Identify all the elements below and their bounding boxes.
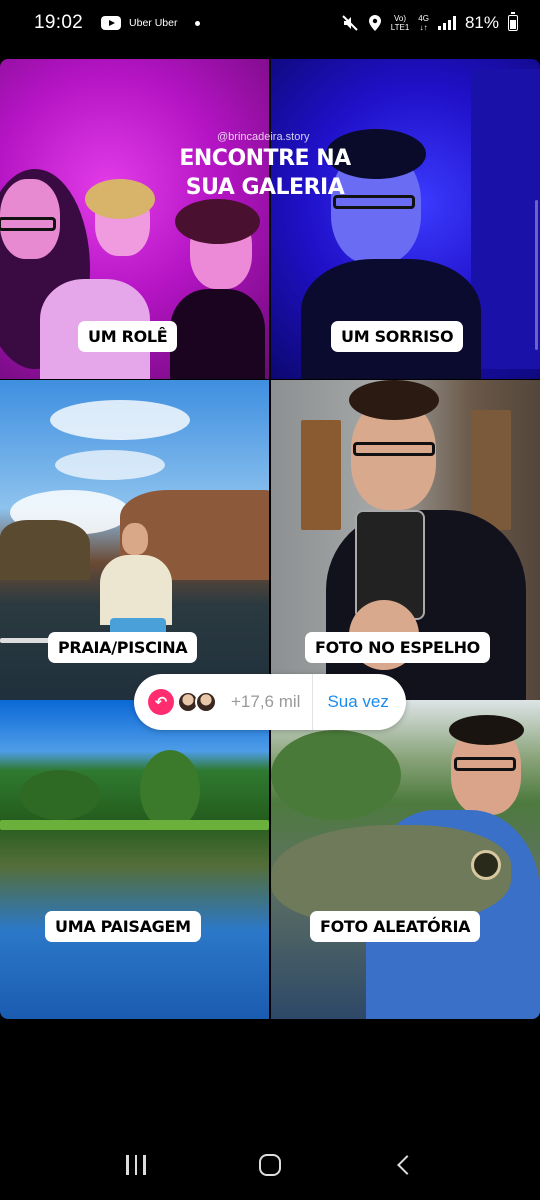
cell-label-mirror: FOTO NO ESPELHO [305, 632, 490, 663]
cell-label-hangout: UM ROLÊ [78, 321, 178, 352]
notification-text: Uber Uber [129, 17, 178, 29]
cell-label-smile: UM SORRISO [331, 321, 464, 352]
reply-arrow-icon: ↶ [148, 689, 174, 715]
signal-icon [437, 16, 456, 30]
status-time: 19:02 [34, 12, 84, 33]
network-type-indicator: 4G ↓↑ [418, 14, 429, 32]
home-icon[interactable] [258, 1154, 281, 1176]
notification-dot-icon [195, 20, 201, 26]
add-yours-sticker[interactable]: ↶ +17,6 mil Sua vez [134, 674, 406, 730]
youtube-icon [101, 16, 122, 30]
your-turn-button[interactable]: Sua vez [327, 692, 388, 712]
battery-percent: 81% [464, 13, 499, 32]
photo-cell-random [271, 700, 540, 1019]
mute-icon [342, 15, 358, 31]
cell-label-beach-pool: PRAIA/PISCINA [48, 632, 198, 663]
cell-label-landscape: UMA PAISAGEM [45, 911, 201, 942]
recents-icon[interactable] [126, 1155, 146, 1175]
watermark: @brincadeira.story [217, 131, 310, 143]
location-icon [368, 15, 381, 31]
back-icon[interactable] [396, 1155, 417, 1175]
navigation-bar [0, 1130, 540, 1200]
volte-indicator: Vo) LTE1 [390, 14, 410, 32]
cell-label-random: FOTO ALEATÓRIA [310, 911, 481, 942]
participants-count[interactable]: +17,6 mil [231, 692, 300, 712]
battery-icon [508, 12, 518, 31]
story-headline: ENCONTRE NA SUA GALERIA [179, 146, 351, 200]
avatar [195, 691, 217, 713]
side-handle[interactable] [535, 200, 538, 350]
status-bar: 19:02 Uber Uber Vo) LTE1 4G ↓↑ 81% [0, 0, 540, 46]
story-image[interactable]: @brincadeira.story ENCONTRE NA SUA GALER… [0, 59, 540, 1019]
photo-cell-landscape [0, 700, 269, 1019]
divider [312, 674, 314, 730]
